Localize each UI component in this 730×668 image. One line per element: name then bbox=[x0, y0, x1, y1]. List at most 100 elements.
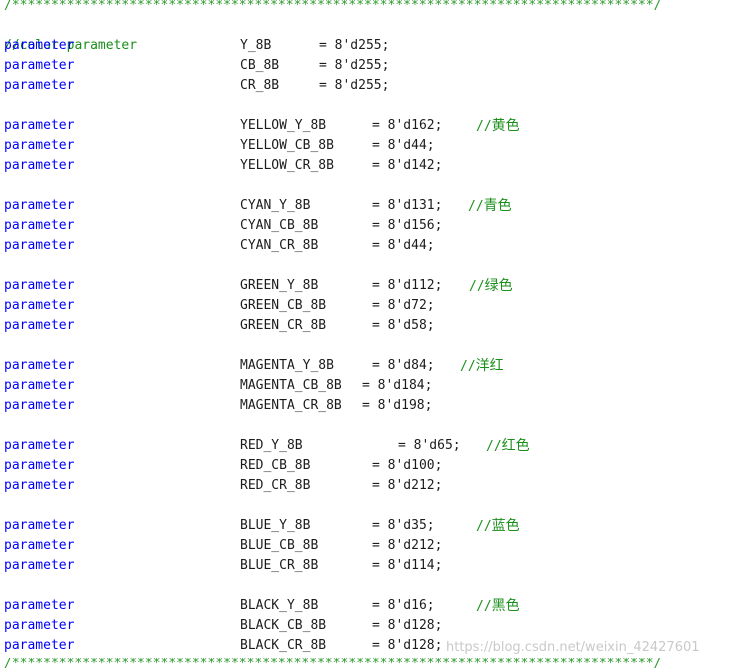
parameter-value: = 8'd100; bbox=[372, 458, 443, 473]
inline-comment-text: 绿色 bbox=[484, 278, 513, 294]
parameter-value: = 8'd131; bbox=[372, 198, 443, 213]
keyword-parameter: parameter bbox=[4, 198, 75, 213]
keyword-parameter: parameter bbox=[4, 78, 75, 93]
keyword-parameter: parameter bbox=[4, 598, 75, 613]
parameter-name: MAGENTA_Y_8B bbox=[240, 358, 334, 373]
inline-comment: //黑色 bbox=[476, 598, 520, 614]
parameter-line: parameter BLACK_Y_8B = 8'd16; //黑色 bbox=[0, 596, 730, 616]
parameter-name: RED_CR_8B bbox=[240, 478, 311, 493]
parameter-name: BLUE_Y_8B bbox=[240, 518, 311, 533]
parameter-line: parameter RED_CR_8B = 8'd212; bbox=[0, 476, 730, 496]
keyword-parameter: parameter bbox=[4, 538, 75, 553]
parameter-value: = 8'd142; bbox=[372, 158, 443, 173]
parameter-name: BLACK_Y_8B bbox=[240, 598, 319, 613]
parameter-name: CYAN_CR_8B bbox=[240, 238, 319, 253]
keyword-parameter: parameter bbox=[4, 438, 75, 453]
keyword-parameter: parameter bbox=[4, 218, 75, 233]
keyword-parameter: parameter bbox=[4, 458, 75, 473]
keyword-parameter: parameter bbox=[4, 238, 75, 253]
parameter-line: parameter YELLOW_CR_8B = 8'd142; bbox=[0, 156, 730, 176]
watermark: https://blog.csdn.net/weixin_42427601 bbox=[446, 640, 700, 655]
keyword-parameter: parameter bbox=[4, 118, 75, 133]
inline-comment: //青色 bbox=[468, 198, 512, 214]
parameter-name: YELLOW_Y_8B bbox=[240, 118, 327, 133]
parameter-line: parameter CR_8B = 8'd255; bbox=[0, 76, 730, 96]
keyword-parameter: parameter bbox=[4, 618, 75, 633]
parameter-line: parameter GREEN_Y_8B = 8'd112; //绿色 bbox=[0, 276, 730, 296]
parameter-line: parameter GREEN_CR_8B = 8'd58; bbox=[0, 316, 730, 336]
parameter-name: YELLOW_CR_8B bbox=[240, 158, 334, 173]
inline-comment-text: 红色 bbox=[501, 438, 530, 454]
inline-comment-text: 蓝色 bbox=[491, 518, 520, 534]
parameter-value: = 8'd255; bbox=[319, 38, 390, 53]
parameter-name: MAGENTA_CB_8B bbox=[240, 378, 342, 393]
parameter-name: BLACK_CB_8B bbox=[240, 618, 327, 633]
inline-comment-text: 黑色 bbox=[491, 598, 520, 614]
keyword-parameter: parameter bbox=[4, 298, 75, 313]
parameter-name: BLACK_CR_8B bbox=[240, 638, 327, 653]
parameter-value: = 8'd35; bbox=[372, 518, 435, 533]
parameter-line: parameter CYAN_Y_8B = 8'd131; //青色 bbox=[0, 196, 730, 216]
parameter-value: = 8'd198; bbox=[362, 398, 433, 413]
inline-comment: //红色 bbox=[486, 438, 530, 454]
parameter-name: GREEN_CB_8B bbox=[240, 298, 327, 313]
parameter-value: = 8'd212; bbox=[372, 538, 443, 553]
parameter-value: = 8'd255; bbox=[319, 78, 390, 93]
parameter-value: = 8'd114; bbox=[372, 558, 443, 573]
inline-comment-text: 青色 bbox=[483, 198, 512, 214]
parameter-value: = 8'd16; bbox=[372, 598, 435, 613]
parameter-line: parameter MAGENTA_CR_8B = 8'd198; bbox=[0, 396, 730, 416]
parameter-line: parameter BLUE_CR_8B = 8'd114; bbox=[0, 556, 730, 576]
parameter-name: RED_CB_8B bbox=[240, 458, 311, 473]
parameter-value: = 8'd84; bbox=[372, 358, 435, 373]
comment-border-bottom: /***************************************… bbox=[4, 658, 662, 668]
code-editor[interactable]: /***************************************… bbox=[0, 0, 730, 668]
parameter-name: CYAN_CB_8B bbox=[240, 218, 319, 233]
parameter-value: = 8'd44; bbox=[372, 138, 435, 153]
parameter-value: = 8'd128; bbox=[372, 618, 443, 633]
parameter-line: parameter MAGENTA_Y_8B = 8'd84; //洋红 bbox=[0, 356, 730, 376]
inline-comment: //黄色 bbox=[476, 118, 520, 134]
keyword-parameter: parameter bbox=[4, 38, 75, 53]
parameter-value: = 8'd128; bbox=[372, 638, 443, 653]
keyword-parameter: parameter bbox=[4, 398, 75, 413]
parameter-line: parameter RED_CB_8B = 8'd100; bbox=[0, 456, 730, 476]
parameter-name: Y_8B bbox=[240, 38, 272, 53]
section-comment-line: //color parameter bbox=[0, 16, 730, 53]
comment-border-top: /***************************************… bbox=[4, 0, 662, 12]
parameter-name: GREEN_CR_8B bbox=[240, 318, 327, 333]
parameter-line: parameter YELLOW_CB_8B = 8'd44; bbox=[0, 136, 730, 156]
parameter-value: = 8'd65; bbox=[398, 438, 461, 453]
parameter-line: parameter BLUE_CB_8B = 8'd212; bbox=[0, 536, 730, 556]
parameter-name: YELLOW_CB_8B bbox=[240, 138, 334, 153]
parameter-value: = 8'd112; bbox=[372, 278, 443, 293]
parameter-line: parameter YELLOW_Y_8B = 8'd162; //黄色 bbox=[0, 116, 730, 136]
parameter-line: parameter Y_8B = 8'd255; bbox=[0, 36, 730, 56]
parameter-name: RED_Y_8B bbox=[240, 438, 303, 453]
keyword-parameter: parameter bbox=[4, 518, 75, 533]
parameter-line: parameter CYAN_CB_8B = 8'd156; bbox=[0, 216, 730, 236]
keyword-parameter: parameter bbox=[4, 278, 75, 293]
parameter-line: parameter CYAN_CR_8B = 8'd44; bbox=[0, 236, 730, 256]
keyword-parameter: parameter bbox=[4, 138, 75, 153]
parameter-name: BLUE_CR_8B bbox=[240, 558, 319, 573]
keyword-parameter: parameter bbox=[4, 558, 75, 573]
parameter-line: parameter BLUE_Y_8B = 8'd35; //蓝色 bbox=[0, 516, 730, 536]
inline-comment-text: 洋红 bbox=[475, 358, 504, 374]
keyword-parameter: parameter bbox=[4, 378, 75, 393]
parameter-value: = 8'd255; bbox=[319, 58, 390, 73]
parameter-name: BLUE_CB_8B bbox=[240, 538, 319, 553]
parameter-value: = 8'd156; bbox=[372, 218, 443, 233]
parameter-value: = 8'd44; bbox=[372, 238, 435, 253]
parameter-value: = 8'd162; bbox=[372, 118, 443, 133]
keyword-parameter: parameter bbox=[4, 158, 75, 173]
parameter-line: parameter GREEN_CB_8B = 8'd72; bbox=[0, 296, 730, 316]
parameter-value: = 8'd58; bbox=[372, 318, 435, 333]
parameter-line: parameter CB_8B = 8'd255; bbox=[0, 56, 730, 76]
parameter-value: = 8'd212; bbox=[372, 478, 443, 493]
parameter-line: parameter RED_Y_8B = 8'd65; //红色 bbox=[0, 436, 730, 456]
keyword-parameter: parameter bbox=[4, 638, 75, 653]
inline-comment: //绿色 bbox=[469, 278, 513, 294]
keyword-parameter: parameter bbox=[4, 478, 75, 493]
parameter-name: CYAN_Y_8B bbox=[240, 198, 311, 213]
